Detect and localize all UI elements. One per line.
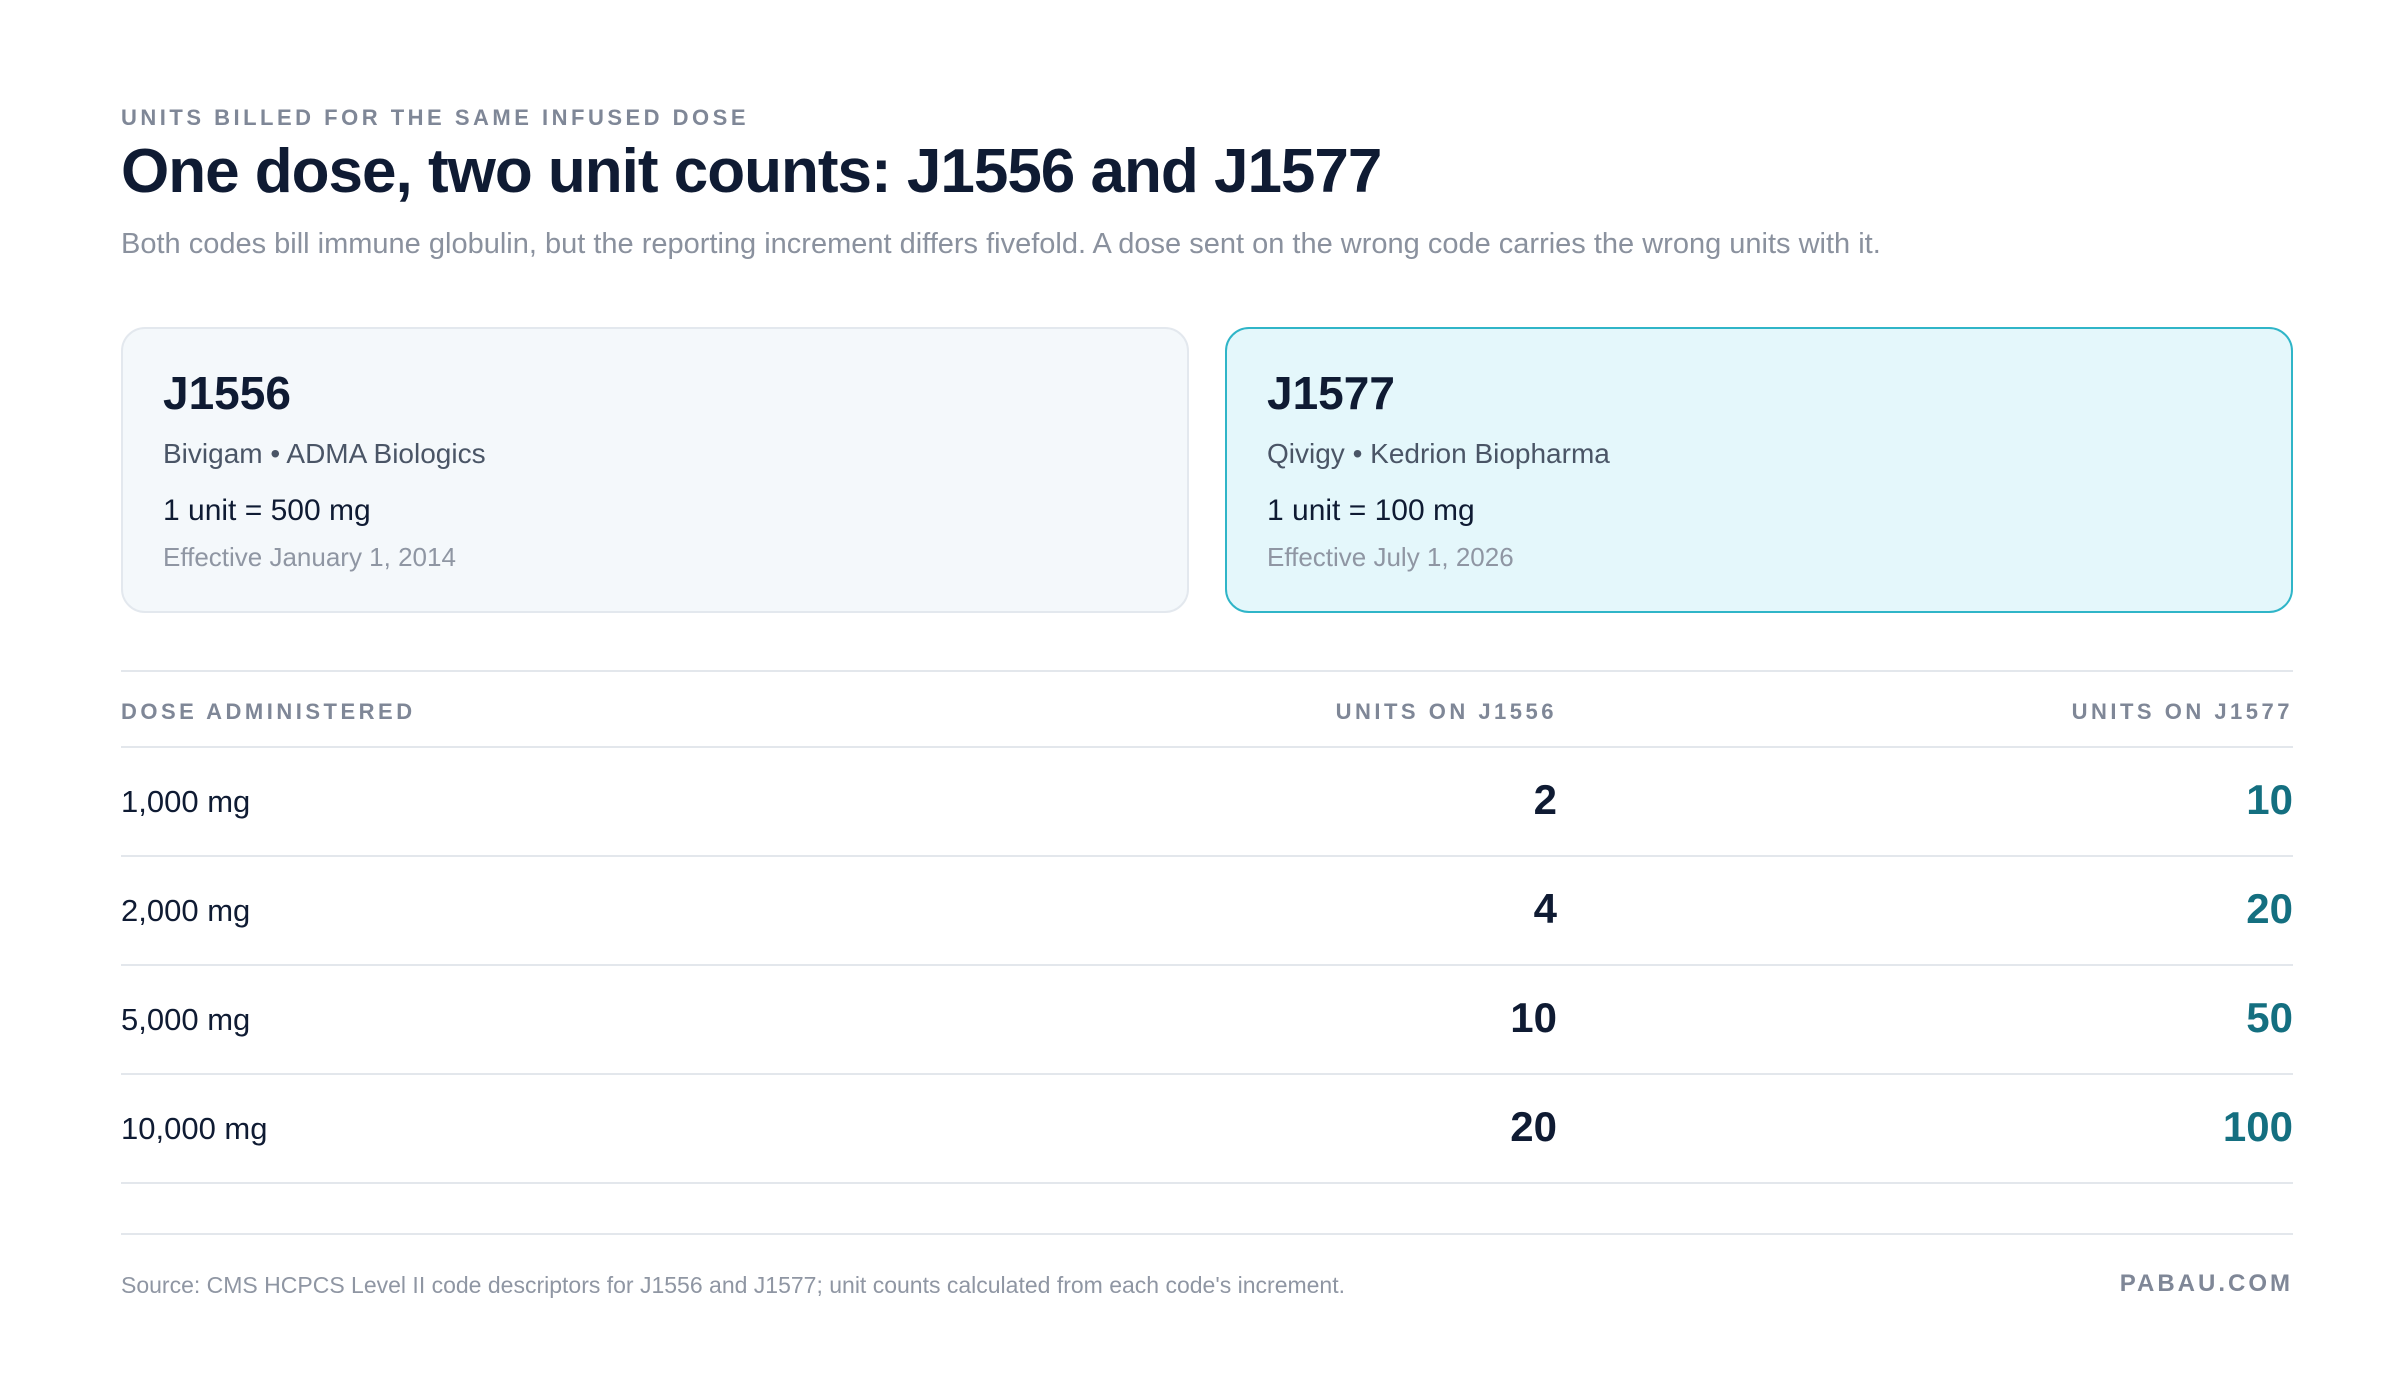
card-unit: 1 unit = 500 mg [163,493,371,527]
units-j1556-cell: 10 [1510,994,1557,1041]
card-unit: 1 unit = 100 mg [1267,493,1475,527]
dose-cell: 2,000 mg [121,893,251,928]
units-j1556-cell: 4 [1533,885,1557,932]
table-header: DOSE ADMINISTERED UNITS ON J1556 UNITS O… [121,672,2293,748]
card-code: J1556 [163,367,291,419]
units-j1556-cell: 20 [1510,1103,1557,1150]
units-j1577-cell: 100 [2222,1103,2293,1150]
page: UNITS BILLED FOR THE SAME INFUSED DOSE O… [0,0,2400,1396]
dose-cell: 1,000 mg [121,784,251,819]
column-header-dose: DOSE ADMINISTERED [121,699,416,724]
source-note: Source: CMS HCPCS Level II code descript… [121,1272,1346,1298]
column-header-j1577: UNITS ON J1577 [2071,699,2293,724]
dose-cell: 10,000 mg [121,1111,268,1146]
table-row: 2,000 mg 4 20 [121,857,2293,966]
table-row: 5,000 mg 10 50 [121,966,2293,1075]
column-header-j1556: UNITS ON J1556 [1335,699,1557,724]
code-card-j1556: J1556 Bivigam • ADMA Biologics 1 unit = … [121,327,1189,613]
units-j1556-cell: 2 [1533,776,1557,823]
dose-cell: 5,000 mg [121,1002,251,1037]
page-subtitle: Both codes bill immune globulin, but the… [121,228,1881,260]
card-code: J1577 [1267,367,1395,419]
card-effective-date: Effective July 1, 2026 [1267,541,1514,572]
card-drug: Bivigam • ADMA Biologics [163,437,486,469]
eyebrow-label: UNITS BILLED FOR THE SAME INFUSED DOSE [121,105,750,130]
units-table: DOSE ADMINISTERED UNITS ON J1556 UNITS O… [121,670,2293,1184]
brand-label: PABAU.COM [2119,1270,2293,1297]
table-row: 1,000 mg 2 10 [121,748,2293,857]
units-j1577-cell: 10 [2246,776,2293,823]
footer-divider [121,1233,2293,1235]
code-card-j1577: J1577 Qivigy • Kedrion Biopharma 1 unit … [1225,327,2293,613]
table-row: 10,000 mg 20 100 [121,1075,2293,1184]
page-title: One dose, two unit counts: J1556 and J15… [121,137,1382,206]
card-effective-date: Effective January 1, 2014 [163,541,456,572]
units-j1577-cell: 20 [2246,885,2293,932]
card-drug: Qivigy • Kedrion Biopharma [1267,437,1610,469]
units-j1577-cell: 50 [2246,994,2293,1041]
